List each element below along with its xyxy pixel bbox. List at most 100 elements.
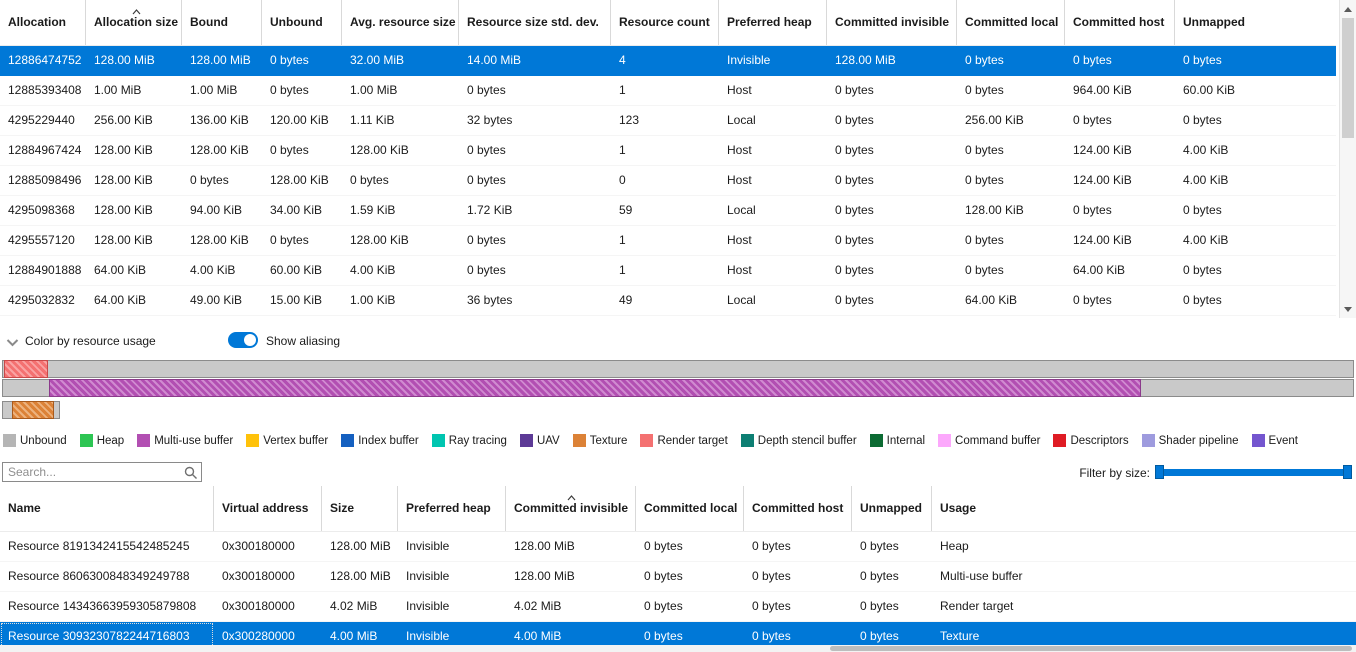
cell: 0 bytes — [827, 166, 957, 195]
legend-item-texture: Texture — [573, 434, 628, 447]
scrollbar-thumb[interactable] — [1342, 18, 1354, 138]
unbound-region[interactable] — [2, 360, 1354, 378]
cell: 64.00 KiB — [1065, 256, 1175, 285]
column-header-committed-invisible[interactable]: Committed invisible — [506, 486, 636, 531]
cell: 0 bytes — [1175, 286, 1336, 315]
cell: 12886474752 — [0, 46, 86, 76]
table-row[interactable]: 4295229440256.00 KiB136.00 KiB120.00 KiB… — [0, 106, 1336, 136]
column-header-preferred-heap[interactable]: Preferred heap — [398, 486, 506, 531]
column-header-allocation[interactable]: Allocation — [0, 0, 86, 45]
cell: Host — [719, 256, 827, 285]
column-header-committed-local[interactable]: Committed local — [636, 486, 744, 531]
cell: 1 — [611, 256, 719, 285]
cell: 128.00 MiB — [506, 532, 636, 561]
scroll-up-button[interactable] — [1340, 2, 1356, 16]
column-header-committed-local[interactable]: Committed local — [957, 0, 1065, 45]
table-row[interactable]: Resource 86063008483492497880x3001800001… — [0, 562, 1356, 592]
cell: Resource 8191342415542485245 — [0, 532, 214, 561]
column-header-avg-resource-size[interactable]: Avg. resource size — [342, 0, 459, 45]
column-header-preferred-heap[interactable]: Preferred heap — [719, 0, 827, 45]
column-header-usage[interactable]: Usage — [932, 486, 1356, 531]
cell: 64.00 KiB — [957, 286, 1065, 315]
legend-item-command-buffer: Command buffer — [938, 434, 1040, 447]
cell: 0 bytes — [827, 76, 957, 105]
cell: 0x300180000 — [214, 562, 322, 591]
cell: 4.02 MiB — [506, 592, 636, 621]
column-header-size[interactable]: Size — [322, 486, 398, 531]
column-header-virtual-address[interactable]: Virtual address — [214, 486, 322, 531]
table-row[interactable]: 4295098368128.00 KiB94.00 KiB34.00 KiB1.… — [0, 196, 1336, 226]
cell: 4.00 KiB — [1175, 136, 1336, 165]
table-row[interactable]: 12885098496128.00 KiB0 bytes128.00 KiB0 … — [0, 166, 1336, 196]
slider-handle-min[interactable] — [1155, 465, 1164, 479]
column-header-committed-host[interactable]: Committed host — [1065, 0, 1175, 45]
descriptors-swatch-icon — [1053, 434, 1066, 447]
legend-label: Vertex buffer — [263, 435, 328, 447]
memory-map-row — [2, 401, 1354, 419]
show-aliasing-toggle[interactable] — [228, 332, 258, 348]
cell: 60.00 KiB — [1175, 76, 1336, 105]
column-header-resource-count[interactable]: Resource count — [611, 0, 719, 45]
column-header-allocation-size[interactable]: Allocation size — [86, 0, 182, 45]
memory-map-row — [2, 360, 1354, 378]
column-header-label: Committed local — [644, 501, 737, 515]
column-header-unmapped[interactable]: Unmapped — [1175, 0, 1336, 45]
cell: 0 bytes — [1175, 256, 1336, 285]
table-row[interactable]: Resource 81913424155424852450x3001800001… — [0, 532, 1356, 562]
column-header-unmapped[interactable]: Unmapped — [852, 486, 932, 531]
cell: 136.00 KiB — [182, 106, 262, 135]
cell: 36 bytes — [459, 286, 611, 315]
texture-swatch-icon — [573, 434, 586, 447]
size-filter-slider[interactable] — [1155, 464, 1352, 480]
render-target-segment[interactable] — [4, 360, 48, 378]
cell: 0 bytes — [744, 532, 852, 561]
allocation-memory-map[interactable] — [2, 360, 1354, 420]
cell: 0 bytes — [1175, 196, 1336, 225]
cell: 0 bytes — [957, 166, 1065, 195]
allocation-table-scrollbar[interactable] — [1339, 0, 1356, 318]
cell: 128.00 MiB — [827, 46, 957, 76]
shader-pipeline-swatch-icon — [1142, 434, 1155, 447]
column-header-name[interactable]: Name — [0, 486, 214, 531]
cell: 128.00 KiB — [182, 226, 262, 255]
legend-label: UAV — [537, 435, 560, 447]
cell: 0 bytes — [957, 256, 1065, 285]
table-row[interactable]: Resource 143436639593058798080x300180000… — [0, 592, 1356, 622]
cell: 0 bytes — [1065, 46, 1175, 76]
column-header-committed-invisible[interactable]: Committed invisible — [827, 0, 957, 45]
multi-use-buffer-segment[interactable] — [49, 379, 1141, 397]
horizontal-scrollbar[interactable] — [0, 645, 1356, 652]
color-by-resource-usage-label[interactable]: Color by resource usage — [25, 334, 156, 348]
column-header-resource-size-std-dev[interactable]: Resource size std. dev. — [459, 0, 611, 45]
cell: 0 bytes — [827, 196, 957, 225]
texture-segment[interactable] — [12, 401, 54, 419]
toggle-knob — [244, 334, 256, 346]
cell: 256.00 KiB — [86, 106, 182, 135]
event-swatch-icon — [1252, 434, 1265, 447]
cell: 64.00 KiB — [86, 286, 182, 315]
table-row[interactable]: 12884967424128.00 KiB128.00 KiB0 bytes12… — [0, 136, 1336, 166]
cell: 128.00 MiB — [182, 46, 262, 76]
cell: 4 — [611, 46, 719, 76]
cell: 0 bytes — [1065, 196, 1175, 225]
search-input[interactable] — [2, 462, 202, 482]
horizontal-scrollbar-thumb[interactable] — [830, 646, 1352, 651]
column-header-bound[interactable]: Bound — [182, 0, 262, 45]
column-header-unbound[interactable]: Unbound — [262, 0, 342, 45]
slider-handle-max[interactable] — [1343, 465, 1352, 479]
table-row[interactable]: 429503283264.00 KiB49.00 KiB15.00 KiB1.0… — [0, 286, 1336, 316]
scroll-down-button[interactable] — [1340, 302, 1356, 316]
column-header-committed-host[interactable]: Committed host — [744, 486, 852, 531]
render-target-swatch-icon — [640, 434, 653, 447]
collapse-chevron-icon[interactable] — [6, 336, 19, 350]
table-row[interactable]: 12886474752128.00 MiB128.00 MiB0 bytes32… — [0, 46, 1336, 76]
table-row[interactable]: 128853934081.00 MiB1.00 MiB0 bytes1.00 M… — [0, 76, 1336, 106]
cell: 14.00 MiB — [459, 46, 611, 76]
table-row[interactable]: 4295557120128.00 KiB128.00 KiB0 bytes128… — [0, 226, 1336, 256]
table-row[interactable]: 1288490188864.00 KiB4.00 KiB60.00 KiB4.0… — [0, 256, 1336, 286]
slider-track[interactable] — [1157, 469, 1350, 476]
column-header-label: Committed invisible — [514, 501, 628, 515]
cell: 256.00 KiB — [957, 106, 1065, 135]
column-header-label: Avg. resource size — [350, 15, 456, 29]
cell: 34.00 KiB — [262, 196, 342, 225]
